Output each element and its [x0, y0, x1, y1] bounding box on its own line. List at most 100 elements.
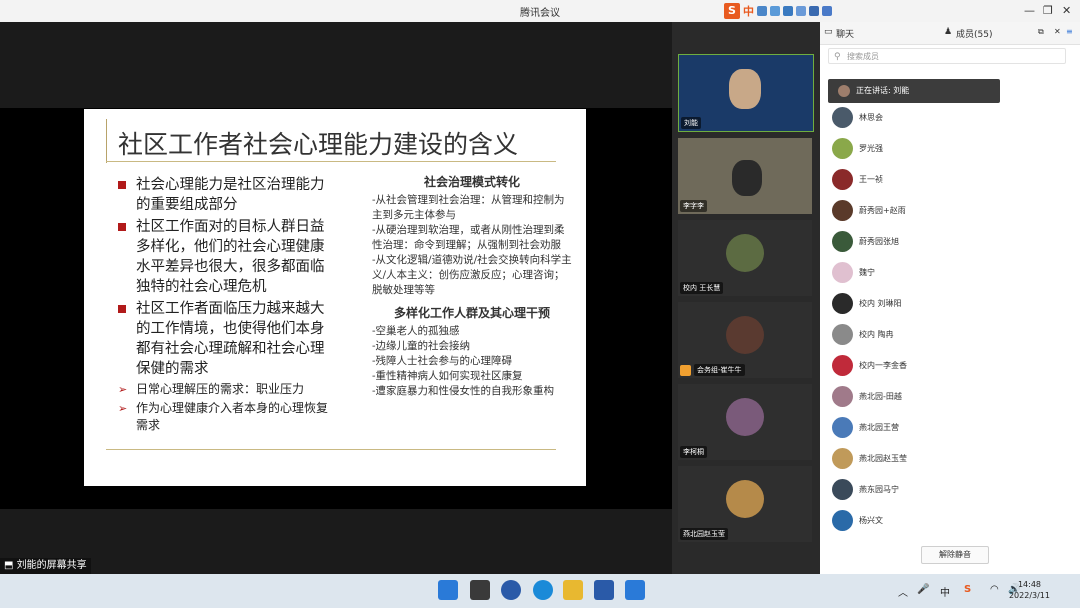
list-item[interactable]: 校内 刘琳阳	[832, 288, 1072, 319]
avatar	[832, 200, 853, 221]
toolbox-icon[interactable]	[822, 6, 832, 16]
screen-share-label[interactable]: ⬒ 刘能的屏幕共享	[0, 558, 91, 574]
participant-name: 李柯桐	[680, 446, 707, 458]
list-item[interactable]: 燕北园赵玉莹	[832, 443, 1072, 474]
right-item: -从社会管理到社会治理：从管理和控制为主到多元主体参与	[372, 194, 565, 221]
browser-icon[interactable]	[501, 580, 521, 600]
host-badge-icon	[680, 365, 691, 376]
chat-icon: ▭	[824, 27, 833, 37]
word-icon[interactable]	[594, 580, 614, 600]
participant-avatar	[726, 316, 764, 354]
ime-toolbar[interactable]: S 中	[724, 3, 832, 19]
right-item: -空巢老人的孤独感	[372, 325, 460, 337]
speaking-tooltip: 正在讲话: 刘能	[828, 79, 1000, 103]
video-tile[interactable]: 李柯桐	[678, 384, 812, 460]
tencent-meeting-icon[interactable]	[625, 580, 645, 600]
presentation-slide: 社区工作者社会心理能力建设的含义 社会心理能力是社区治理能力的重要组成部分 社区…	[84, 109, 586, 486]
edge-icon[interactable]	[533, 580, 553, 600]
video-tile[interactable]: 刘能	[678, 54, 814, 132]
list-item[interactable]: 蔚秀园+赵雨	[832, 195, 1072, 226]
punctuation-icon[interactable]	[757, 6, 767, 16]
taskbar: ︿ 🎤 中 S ◠ 🔊 14:48 2022/3/11	[0, 574, 1080, 608]
right-item: -遭家庭暴力和性侵女性的自我形象重构	[372, 385, 555, 397]
close-button[interactable]: ✕	[1062, 4, 1071, 17]
start-icon[interactable]	[438, 580, 458, 600]
popout-icon[interactable]: ⧉	[1038, 27, 1044, 37]
bullet-arrow-icon: ➢	[118, 383, 128, 396]
sogou-icon[interactable]: S	[724, 3, 740, 19]
avatar	[832, 510, 853, 531]
participant-video	[729, 69, 761, 109]
tab-chat[interactable]: 聊天	[836, 27, 854, 40]
mic-icon[interactable]	[783, 6, 793, 16]
avatar	[832, 448, 853, 469]
slide-right-column: 社会治理模式转化 -从社会管理到社会治理：从管理和控制为主到多元主体参与 -从硬…	[372, 175, 572, 399]
share-icon: ⬒	[4, 560, 17, 571]
participant-video	[732, 160, 762, 196]
list-item[interactable]: 校内一李金香	[832, 350, 1072, 381]
search-icon: ⚲	[834, 52, 841, 62]
list-item[interactable]: 罗光强	[832, 133, 1072, 164]
list-item[interactable]: 杨兴文	[832, 505, 1072, 536]
video-tile[interactable]: 李字李	[678, 138, 812, 214]
system-clock[interactable]: 14:48 2022/3/11	[1009, 579, 1050, 601]
list-item[interactable]: 王一祯	[832, 164, 1072, 195]
tab-members[interactable]: 成员(55)	[956, 27, 992, 40]
ime-mode-label[interactable]: 中	[743, 3, 754, 19]
title-accent-bar	[106, 119, 107, 163]
task-view-icon[interactable]	[470, 580, 490, 600]
list-item[interactable]: 校内 陶冉	[832, 319, 1072, 350]
file-explorer-icon[interactable]	[563, 580, 583, 600]
avatar	[832, 138, 853, 159]
video-tile[interactable]: 会务组-崔牛牛	[678, 302, 812, 378]
member-search-input[interactable]: ⚲ 搜索成员	[828, 48, 1066, 64]
members-panel: ▭ 聊天 ♟ 成员(55) ⧉ ✕ ≡ ⚲ 搜索成员 正在讲话: 刘能 林思会 …	[820, 22, 1080, 574]
clock-time: 14:48	[1017, 580, 1042, 589]
wifi-icon[interactable]: ◠	[990, 584, 999, 595]
right-item: -从硬治理到软治理，或者从刚性治理到柔性治理：命令到理解；从强制到社会劝服	[372, 224, 565, 251]
avatar	[832, 169, 853, 190]
list-item[interactable]: 蔚秀园张旭	[832, 226, 1072, 257]
menu-icon[interactable]: ≡	[1066, 27, 1073, 36]
avatar	[832, 386, 853, 407]
member-list: 林思会 罗光强 王一祯 蔚秀园+赵雨 蔚秀园张旭 魏宁 校内 刘琳阳 校内 陶冉…	[832, 102, 1072, 536]
unmute-all-button[interactable]: 解除静音	[921, 546, 989, 564]
panel-tabs: ▭ 聊天 ♟ 成员(55) ⧉ ✕ ≡	[820, 22, 1080, 45]
video-tile[interactable]: 燕北园赵玉莹	[678, 466, 812, 542]
slide-bullet: 社区工作面对的目标人群日益多样化，他们的社会心理健康水平差异也很大，很多都面临独…	[118, 217, 338, 297]
slide-title: 社区工作者社会心理能力建设的含义	[118, 130, 519, 159]
minimize-button[interactable]: —	[1024, 4, 1035, 17]
maximize-button[interactable]: ❐	[1043, 4, 1053, 17]
list-item[interactable]: 燕北园-田越	[832, 381, 1072, 412]
list-item[interactable]: 魏宁	[832, 257, 1072, 288]
slide-sub-bullet: ➢ 日常心理解压的需求：职业压力	[118, 382, 305, 396]
title-divider	[106, 161, 556, 162]
avatar	[832, 355, 853, 376]
list-item[interactable]: 燕北园王营	[832, 412, 1072, 443]
participant-avatar	[726, 234, 764, 272]
emoji-icon[interactable]	[770, 6, 780, 16]
participant-name: 会务组-崔牛牛	[694, 364, 745, 376]
slide-bullet: 社会心理能力是社区治理能力的重要组成部分	[118, 175, 338, 215]
avatar	[832, 231, 853, 252]
right-item: -边缘儿童的社会接纳	[372, 340, 471, 352]
list-item[interactable]: 燕东园马宁	[832, 474, 1072, 505]
skin-icon[interactable]	[809, 6, 819, 16]
keyboard-icon[interactable]	[796, 6, 806, 16]
window-title: 腾讯会议	[520, 8, 560, 19]
video-tile[interactable]: 校内 王长慧	[678, 220, 812, 296]
avatar	[832, 262, 853, 283]
members-icon: ♟	[944, 27, 953, 37]
tray-chevron-icon[interactable]: ︿	[898, 584, 908, 599]
participant-name: 刘能	[681, 117, 701, 129]
tray-ime-label[interactable]: 中	[940, 584, 950, 599]
tray-sogou-icon[interactable]: S	[964, 584, 971, 595]
tray-mic-icon[interactable]: 🎤	[917, 584, 929, 595]
avatar	[832, 107, 853, 128]
bullet-square-icon	[118, 223, 126, 231]
slide-bottom-divider	[106, 449, 556, 450]
list-item[interactable]: 林思会	[832, 102, 1072, 133]
close-panel-icon[interactable]: ✕	[1054, 27, 1061, 36]
participant-avatar	[726, 480, 764, 518]
slide-left-column: 社会心理能力是社区治理能力的重要组成部分 社区工作面对的目标人群日益多样化，他们…	[118, 175, 338, 436]
